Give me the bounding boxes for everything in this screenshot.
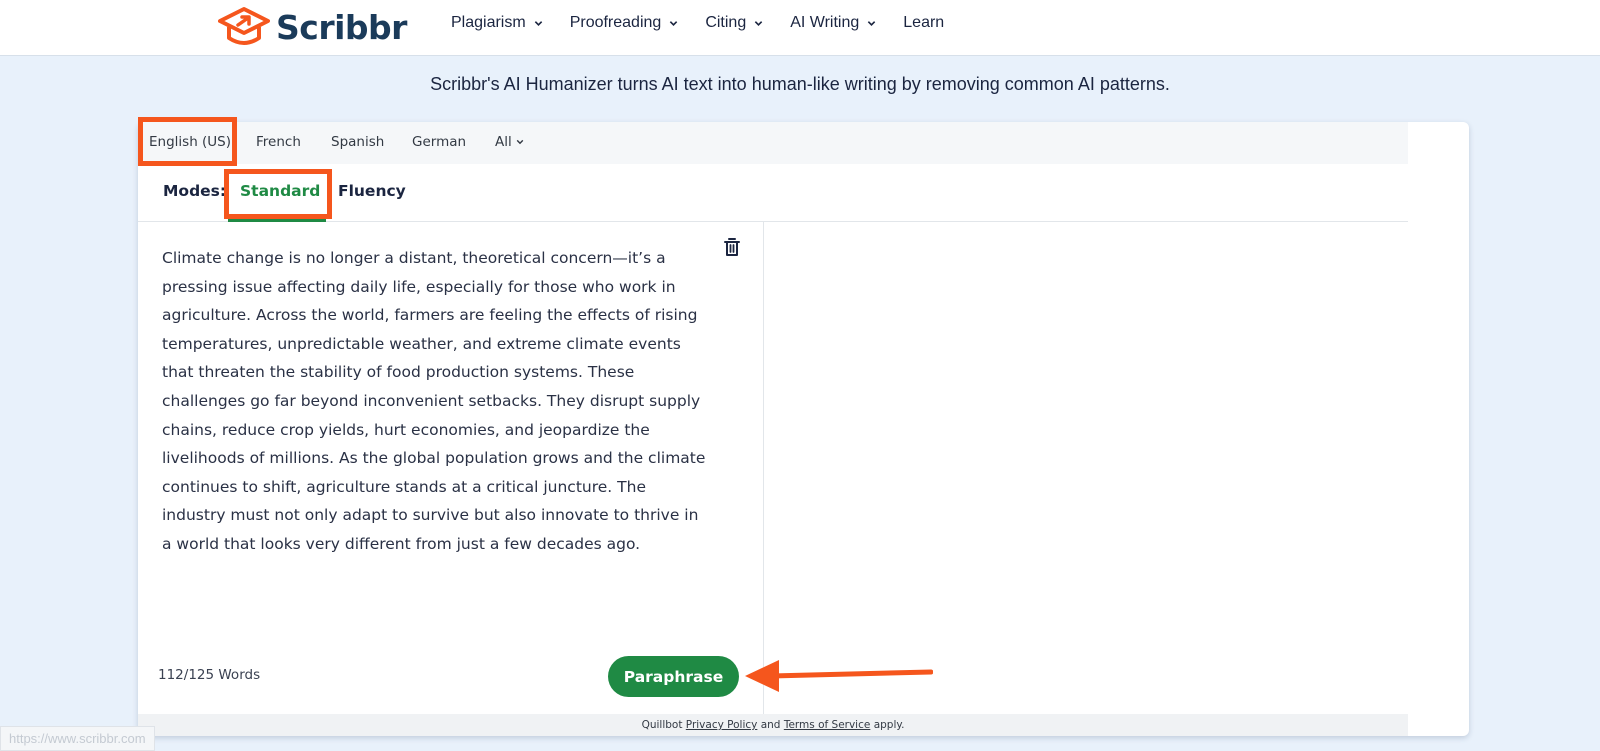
lang-all-dropdown[interactable]: All: [495, 134, 524, 150]
nav-citing[interactable]: Citing: [705, 14, 763, 32]
nav-proofreading[interactable]: Proofreading: [570, 14, 679, 32]
chevron-down-icon: [516, 139, 524, 145]
legal-footer: Quillbot Privacy Policy and Terms of Ser…: [138, 714, 1408, 736]
chevron-down-icon: [670, 20, 678, 26]
output-panel: [764, 222, 1408, 714]
active-mode-indicator: [228, 219, 326, 222]
mode-fluency-tab[interactable]: Fluency: [338, 182, 406, 200]
modes-label: Modes:: [163, 182, 227, 200]
status-bar-url: https://www.scribbr.com: [0, 726, 155, 751]
nav-label: Citing: [705, 14, 747, 31]
nav-label: AI Writing: [790, 14, 860, 31]
privacy-policy-link[interactable]: Privacy Policy: [686, 719, 758, 731]
word-count: 112/125 Words: [158, 667, 261, 683]
logo-wordmark: Scribbr: [276, 7, 407, 47]
main-nav: Plagiarism Proofreading Citing AI Writin…: [451, 14, 971, 32]
lang-spanish[interactable]: Spanish: [331, 134, 384, 150]
lang-french[interactable]: French: [256, 134, 301, 150]
footer-suffix: apply.: [873, 719, 905, 731]
terms-of-service-link[interactable]: Terms of Service: [784, 719, 871, 731]
lang-all-label: All: [495, 134, 512, 150]
chevron-down-icon: [868, 20, 876, 26]
chevron-down-icon: [754, 20, 763, 26]
language-bar: English (US) French Spanish German All: [138, 122, 1408, 164]
nav-label: Proofreading: [569, 14, 662, 31]
scribbr-logo[interactable]: Scribbr: [218, 4, 407, 50]
nav-label: Learn: [903, 14, 945, 31]
trash-icon[interactable]: [723, 237, 741, 257]
graduation-cap-icon: [218, 7, 270, 45]
nav-ai-writing[interactable]: AI Writing: [790, 14, 876, 32]
paraphrase-button[interactable]: Paraphrase: [608, 656, 739, 697]
arrow-left-icon: [745, 660, 933, 692]
site-header: Scribbr Plagiarism Proofreading Citing A…: [0, 0, 1600, 56]
chevron-down-icon: [534, 20, 542, 26]
lang-german[interactable]: German: [412, 134, 466, 150]
page-tagline: Scribbr's AI Humanizer turns AI text int…: [430, 74, 1170, 94]
footer-and: and: [760, 719, 781, 731]
modes-row: Modes: Standard Fluency: [138, 164, 1408, 222]
nav-learn[interactable]: Learn: [903, 14, 944, 32]
humanizer-tool: English (US) French Spanish German All M…: [138, 122, 1469, 736]
footer-prefix: Quillbot: [641, 719, 683, 731]
nav-plagiarism[interactable]: Plagiarism: [451, 14, 543, 32]
input-textarea[interactable]: Climate change is no longer a distant, t…: [162, 244, 712, 559]
nav-label: Plagiarism: [451, 14, 526, 31]
lang-english-us[interactable]: English (US): [149, 134, 231, 150]
mode-standard-tab[interactable]: Standard: [240, 182, 320, 200]
